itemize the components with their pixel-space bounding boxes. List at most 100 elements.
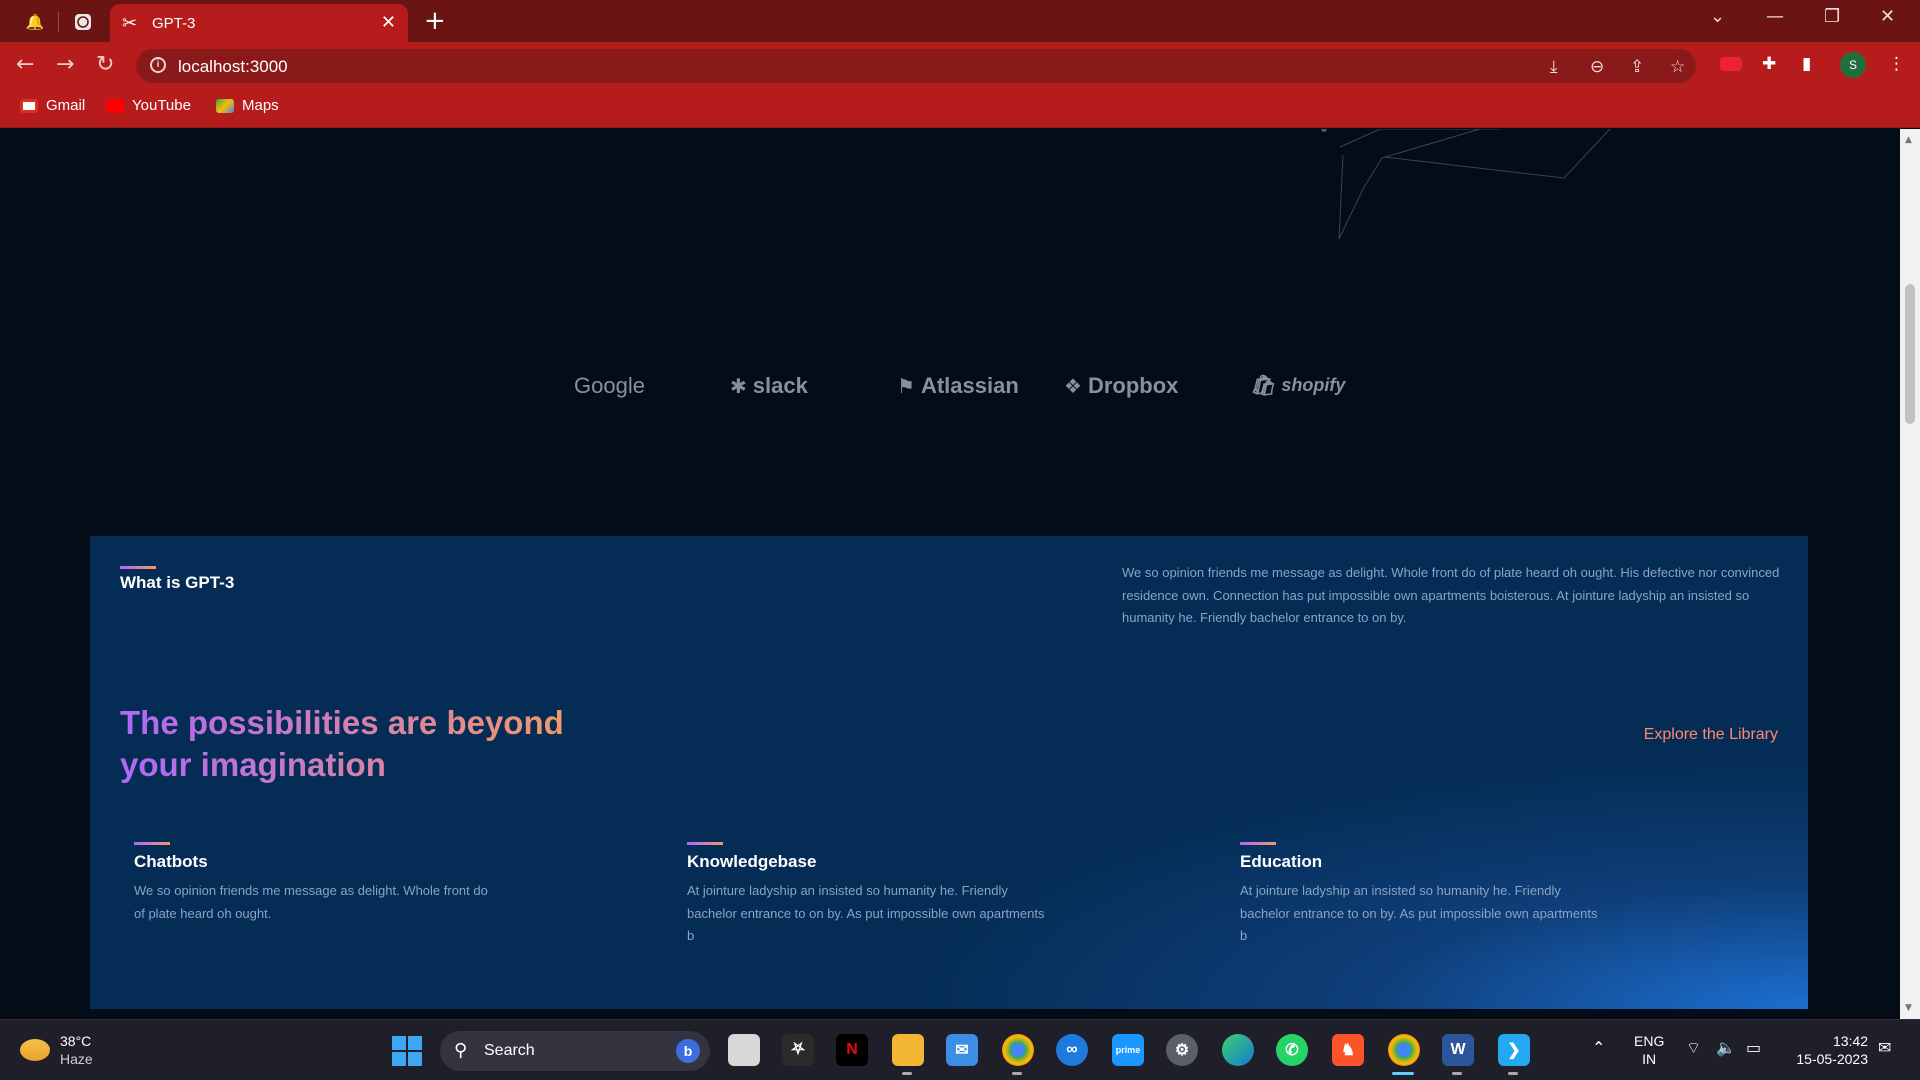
gmail-icon	[20, 98, 38, 113]
chrome-icon-active[interactable]	[1388, 1034, 1420, 1066]
bookmark-label: Maps	[242, 97, 279, 114]
close-window-icon[interactable]: ✕	[1880, 6, 1895, 27]
wifi-icon[interactable]: ⌔	[1686, 1038, 1701, 1058]
tab-gpt3[interactable]: ✂ GPT-3 ✕	[110, 4, 408, 42]
pinned-tab-bell-icon[interactable]: 🔔	[18, 8, 52, 36]
bookmark-maps[interactable]: Maps	[216, 97, 279, 114]
brand-logos-row: Google ✱ slack ⚑ Atlassian ❖ Dropbox 🛍 shopi…	[570, 373, 1345, 413]
page-scrollbar[interactable]: ▲ ▼	[1900, 129, 1920, 1019]
task-view-icon[interactable]	[728, 1034, 760, 1066]
volume-icon[interactable]: 🔈	[1716, 1038, 1736, 1057]
chatgpt-icon	[75, 14, 91, 30]
weather-temp: 38°C	[60, 1033, 92, 1049]
vscode-icon[interactable]: ❯	[1498, 1034, 1530, 1066]
language-indicator[interactable]: ENG IN	[1634, 1032, 1664, 1068]
file-explorer-icon[interactable]	[892, 1034, 924, 1066]
weather-desc: Haze	[60, 1051, 93, 1067]
side-panel-icon[interactable]: ▮	[1802, 54, 1811, 74]
restore-icon[interactable]: ❐	[1824, 6, 1840, 27]
feature-text: We so opinion friends me message as deli…	[134, 883, 488, 921]
bookmark-star-icon[interactable]: ☆	[1670, 57, 1685, 77]
search-label: Search	[484, 1042, 535, 1059]
taskbar-search[interactable]: ⚲ Search b	[440, 1031, 710, 1071]
url-text[interactable]: localhost:3000	[178, 57, 288, 77]
pinned-tab-chatgpt-icon[interactable]	[66, 8, 100, 36]
word-icon[interactable]: W	[1442, 1034, 1474, 1066]
explore-library-link[interactable]: Explore the Library	[1644, 726, 1778, 744]
forward-icon[interactable]: →	[56, 52, 74, 77]
zoom-icon[interactable]: ⊖	[1590, 57, 1604, 77]
google-logo: Google	[574, 373, 645, 398]
close-tab-icon[interactable]: ✕	[381, 12, 396, 33]
reload-icon[interactable]: ↻	[96, 52, 114, 77]
weather-widget[interactable]: 38°C Haze	[20, 1032, 93, 1068]
bookmark-youtube[interactable]: YouTube	[106, 97, 191, 114]
scroll-up-icon[interactable]: ▲	[1905, 135, 1912, 145]
dropbox-icon: ❖	[1064, 374, 1082, 398]
what-is-gpt3-section: What is GPT-3 We so opinion friends me m…	[90, 536, 1808, 1009]
start-button-windows-icon[interactable]	[392, 1036, 422, 1066]
install-app-icon[interactable]: ⤓	[1550, 57, 1558, 77]
show-hidden-icons-chevron-icon[interactable]: ⌃	[1592, 1038, 1605, 1057]
share-icon[interactable]: ⇪	[1630, 57, 1644, 77]
whatsapp-icon[interactable]: ✆	[1276, 1034, 1308, 1066]
feature-accent-line	[1240, 842, 1276, 845]
feature-title: Chatbots	[134, 852, 208, 871]
scroll-thumb[interactable]	[1905, 284, 1915, 424]
notification-icon[interactable]: ✉	[1878, 1038, 1891, 1057]
heading-accent-line	[120, 566, 156, 569]
atlassian-logo: ⚑ Atlassian	[897, 373, 1019, 398]
new-tab-button[interactable]: +	[424, 6, 446, 36]
netflix-icon[interactable]: N	[836, 1034, 868, 1066]
running-indicator	[1452, 1072, 1462, 1075]
feature-title: Knowledgebase	[687, 852, 817, 871]
running-indicator	[1012, 1072, 1022, 1075]
dropbox-logo: ❖ Dropbox	[1064, 373, 1179, 398]
menu-kebab-icon[interactable]: ⋮	[1888, 54, 1905, 74]
omnibox[interactable]: i localhost:3000 ⤓ ⊖ ⇪ ☆	[136, 49, 1696, 83]
profile-avatar[interactable]: S	[1840, 52, 1866, 78]
chrome-profile-icon[interactable]	[1002, 1034, 1034, 1066]
address-toolbar: ← → ↻ i localhost:3000 ⤓ ⊖ ⇪ ☆ ✚ ▮ S ⋮	[0, 42, 1920, 88]
atlassian-icon: ⚑	[897, 374, 915, 398]
feature-accent-line	[687, 842, 723, 845]
bookmark-gmail[interactable]: Gmail	[20, 97, 85, 114]
tab-search-chevron-icon[interactable]: ⌄	[1710, 6, 1725, 27]
clock[interactable]: 13:42 15-05-2023	[1786, 1032, 1868, 1068]
site-info-icon[interactable]: i	[150, 57, 166, 73]
lang-region: IN	[1642, 1051, 1657, 1067]
clock-date: 15-05-2023	[1796, 1051, 1868, 1067]
prime-video-icon[interactable]: prime	[1112, 1034, 1144, 1066]
tools-icon: ✂	[122, 13, 138, 34]
running-indicator	[1508, 1072, 1518, 1075]
active-indicator	[1392, 1072, 1414, 1075]
brave-icon[interactable]: ♞	[1332, 1034, 1364, 1066]
section-description: We so opinion friends me message as deli…	[1122, 565, 1780, 625]
shopify-bag-icon: 🛍	[1250, 373, 1276, 397]
feature-title: Education	[1240, 852, 1323, 871]
extension-red-icon[interactable]	[1720, 57, 1742, 71]
haze-weather-icon	[20, 1039, 50, 1061]
decorative-lines	[1321, 129, 1611, 240]
shopify-logo: 🛍 shopify	[1250, 373, 1346, 397]
edge-icon[interactable]	[1222, 1034, 1254, 1066]
tab-separator	[58, 12, 59, 32]
back-icon[interactable]: ←	[16, 52, 34, 77]
battery-icon[interactable]: ▭	[1746, 1038, 1761, 1057]
bookmark-label: Gmail	[46, 97, 86, 114]
settings-gear-icon[interactable]: ⚙	[1166, 1034, 1198, 1066]
bing-icon[interactable]: b	[676, 1039, 700, 1063]
section-heading: What is GPT-3	[120, 573, 235, 592]
feature-text: At jointure ladyship an insisted so huma…	[687, 883, 1045, 943]
bookmarks-bar: Gmail YouTube Maps	[0, 88, 1920, 128]
link-app-icon[interactable]: ∞	[1056, 1034, 1088, 1066]
minimize-icon[interactable]: —	[1766, 6, 1784, 27]
scroll-down-icon[interactable]: ▼	[1905, 1003, 1912, 1013]
running-indicator	[902, 1072, 912, 1075]
extensions-puzzle-icon[interactable]: ✚	[1762, 54, 1776, 74]
lang-code: ENG	[1634, 1033, 1665, 1049]
page-viewport: Google ✱ slack ⚑ Atlassian ❖ Dropbox 🛍 shopi…	[0, 129, 1900, 1019]
game-app-icon[interactable]: ⛧	[782, 1034, 814, 1066]
mail-icon[interactable]: ✉	[946, 1034, 978, 1066]
feature-accent-line	[134, 842, 170, 845]
